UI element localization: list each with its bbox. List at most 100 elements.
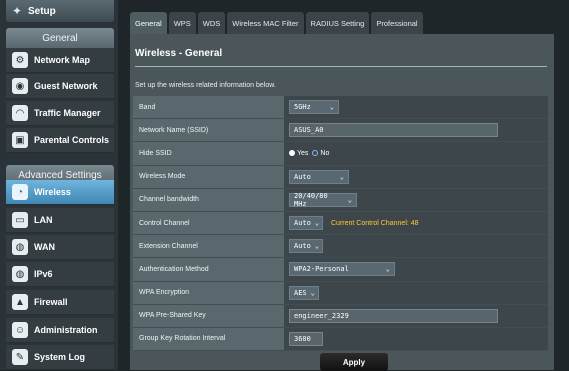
monitor-icon: ▭ xyxy=(12,212,28,228)
field-label: Network Name (SSID) xyxy=(133,119,284,142)
sidebar-item-firewall[interactable]: ▲ Firewall xyxy=(6,290,114,315)
hide-ssid-no-radio[interactable]: No xyxy=(312,150,329,157)
channel-bandwidth-select[interactable]: 20/40/80 MHz ⌄ xyxy=(289,191,357,208)
sidebar-item-label: Wireless xyxy=(34,187,71,197)
radio-label: No xyxy=(320,149,330,157)
chevron-down-icon: ⌄ xyxy=(347,195,352,204)
form-row-auth-method: Authentication Method WPA2-Personal ⌄ xyxy=(133,258,548,282)
chevron-down-icon: ⌄ xyxy=(310,288,315,297)
sidebar-item-system-log[interactable]: ✎ System Log xyxy=(6,345,114,370)
wireless-mode-value: Auto xyxy=(294,172,311,181)
sidebar-item-label: IPv6 xyxy=(34,269,53,279)
form-row-band: Band 5GHz ⌄ xyxy=(133,96,548,120)
globe-icon: ◍ xyxy=(12,239,28,255)
log-icon: ✎ xyxy=(12,349,28,365)
current-channel-note: Current Control Channel: 48 xyxy=(331,219,419,227)
field-label: Wireless Mode xyxy=(133,165,284,188)
hide-ssid-yes-radio[interactable]: Yes xyxy=(289,150,308,157)
radio-dot-selected xyxy=(289,150,295,157)
band-select[interactable]: 5GHz ⌄ xyxy=(289,100,339,115)
form-row-wpa-encryption: WPA Encryption AES ⌄ xyxy=(133,281,548,305)
sidebar-item-parental-controls[interactable]: ▣ Parental Controls xyxy=(6,128,114,153)
field-label: WPA Pre-Shared Key xyxy=(133,304,284,327)
chevron-down-icon: ⌄ xyxy=(314,242,320,251)
tab-wps[interactable]: WPS xyxy=(168,12,196,34)
radio-dot-unselected xyxy=(312,150,319,157)
tab-bar: General WPS WDS Wireless MAC Filter RADI… xyxy=(130,12,423,34)
main-content: General WPS WDS Wireless MAC Filter RADI… xyxy=(125,0,569,371)
sidebar-item-label: Parental Controls xyxy=(34,135,110,145)
sidebar-item-guest-network[interactable]: ◉ Guest Network xyxy=(6,74,114,99)
form-row-channel-bandwidth: Channel bandwidth 20/40/80 MHz ⌄ xyxy=(133,188,548,212)
firewall-icon: ▲ xyxy=(12,294,28,310)
title-divider xyxy=(135,66,547,67)
sidebar-item-label: Network Map xyxy=(34,55,91,65)
admin-user-icon: ☺ xyxy=(12,322,28,338)
chevron-down-icon: ⌄ xyxy=(314,219,320,228)
sidebar-item-administration[interactable]: ☺ Administration xyxy=(6,318,114,343)
sidebar-item-wireless[interactable]: ◔ Wireless xyxy=(6,180,114,205)
field-label: Hide SSID xyxy=(133,142,284,165)
chevron-down-icon: ⌄ xyxy=(329,103,334,112)
band-value: 5GHz xyxy=(294,103,311,112)
settings-panel: Wireless - General Set up the wireless r… xyxy=(130,34,554,371)
wpa-encryption-value: AES xyxy=(294,288,307,297)
psk-input[interactable]: engineer_2329 xyxy=(289,308,498,323)
field-label: Channel bandwidth xyxy=(133,188,284,211)
chevron-down-icon: ⌄ xyxy=(339,172,344,181)
tab-general[interactable]: General xyxy=(130,12,167,34)
extension-channel-value: Auto xyxy=(294,242,311,251)
auth-method-select[interactable]: WPA2-Personal ⌄ xyxy=(289,262,395,277)
sidebar-item-label: Administration xyxy=(34,325,98,335)
auth-method-value: WPA2-Personal xyxy=(294,265,349,274)
form-row-hide-ssid: Hide SSID Yes No xyxy=(133,142,548,166)
sidebar-item-label: Guest Network xyxy=(34,81,98,91)
tab-wds[interactable]: WDS xyxy=(197,12,226,34)
sidebar-item-ipv6[interactable]: ◍ IPv6 xyxy=(6,262,114,287)
sidebar-item-label: Setup xyxy=(28,5,56,17)
wpa-encryption-select[interactable]: AES ⌄ xyxy=(289,285,319,300)
field-label: Authentication Method xyxy=(133,258,284,281)
page-title: Wireless - General xyxy=(135,48,223,59)
field-label: Extension Channel xyxy=(133,235,284,258)
form-row-psk: WPA Pre-Shared Key engineer_2329 xyxy=(133,304,548,328)
sidebar-item-lan[interactable]: ▭ LAN xyxy=(6,208,114,233)
wifi-icon: ◔ xyxy=(12,184,28,200)
chevron-down-icon: ⌄ xyxy=(385,265,390,274)
control-channel-select[interactable]: Auto ⌄ xyxy=(289,216,323,231)
form-row-wireless-mode: Wireless Mode Auto ⌄ xyxy=(133,165,548,189)
general-section-header: General xyxy=(6,28,114,48)
form-row-ssid: Network Name (SSID) ASUS_A0 xyxy=(133,119,548,143)
sidebar-item-network-map[interactable]: ⚙ Network Map xyxy=(6,48,114,73)
channel-bandwidth-value: 20/40/80 MHz xyxy=(294,191,328,208)
sidebar-item-setup[interactable]: ✦ Setup xyxy=(6,0,114,22)
sidebar-item-label: System Log xyxy=(34,352,86,362)
radio-label: Yes xyxy=(297,149,309,157)
ipv6-globe-icon: ◍ xyxy=(12,266,28,282)
field-label: Group Key Rotation Interval xyxy=(133,327,284,351)
form-row-group-key: Group Key Rotation Interval 3600 xyxy=(133,327,548,352)
tab-wireless-mac-filter[interactable]: Wireless MAC Filter xyxy=(227,12,304,34)
sidebar-item-traffic-manager[interactable]: ◠ Traffic Manager xyxy=(6,101,114,126)
apply-button[interactable]: Apply xyxy=(320,353,388,371)
sidebar-item-label: WAN xyxy=(34,242,55,252)
field-label: Control Channel xyxy=(133,211,284,235)
sidebar-item-wan[interactable]: ◍ WAN xyxy=(6,235,114,260)
group-key-input[interactable]: 3600 xyxy=(289,331,323,346)
extension-channel-select[interactable]: Auto ⌄ xyxy=(289,239,323,254)
ssid-input[interactable]: ASUS_A0 xyxy=(289,123,498,138)
wireless-mode-select[interactable]: Auto ⌄ xyxy=(289,169,349,184)
guest-network-icon: ◉ xyxy=(12,78,28,94)
sidebar-item-label: Traffic Manager xyxy=(34,108,101,118)
gauge-icon: ◠ xyxy=(12,105,28,121)
lock-icon: ▣ xyxy=(12,132,28,148)
tab-professional[interactable]: Professional xyxy=(371,12,423,34)
field-label: WPA Encryption xyxy=(133,281,284,304)
network-map-icon: ⚙ xyxy=(12,52,28,68)
field-label: Band xyxy=(133,96,284,119)
settings-form: Band 5GHz ⌄ Network Name (SSID) ASUS_A0 … xyxy=(133,96,548,352)
sidebar-item-label: Firewall xyxy=(34,297,68,307)
sidebar-item-label: LAN xyxy=(34,215,53,225)
form-row-extension-channel: Extension Channel Auto ⌄ xyxy=(133,235,548,259)
tab-radius-setting[interactable]: RADIUS Setting xyxy=(305,12,370,34)
